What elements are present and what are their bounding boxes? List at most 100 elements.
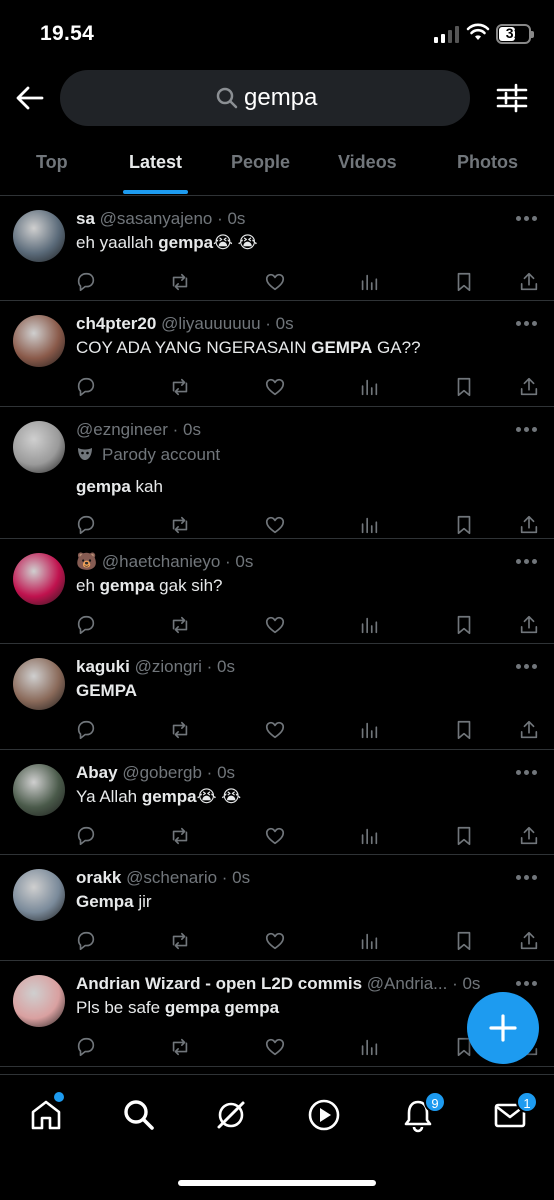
repost-icon[interactable] [169,376,191,398]
bookmark-icon[interactable] [453,271,475,293]
avatar[interactable] [13,658,65,710]
author-handle-time[interactable]: @ezngineer · 0s [76,420,201,439]
bookmark-icon[interactable] [453,614,475,636]
search-filter-icon[interactable] [494,80,530,116]
more-options-icon[interactable] [516,559,538,565]
author-handle-time[interactable]: @gobergb · 0s [122,763,235,782]
search-nav-icon[interactable] [121,1097,157,1133]
like-heart-icon[interactable] [264,1036,286,1058]
tab-top[interactable]: Top [36,152,68,173]
views-chart-icon[interactable] [358,825,380,847]
bookmark-icon[interactable] [453,825,475,847]
views-chart-icon[interactable] [358,719,380,741]
reply-icon[interactable] [75,719,97,741]
reply-icon[interactable] [75,825,97,847]
keyword-highlight: gempa [99,576,155,595]
share-icon[interactable] [518,825,540,847]
like-heart-icon[interactable] [264,376,286,398]
more-options-icon[interactable] [516,216,538,222]
like-heart-icon[interactable] [264,514,286,536]
reply-icon[interactable] [75,930,97,952]
author-name[interactable]: kaguki [76,657,130,676]
tab-photos[interactable]: Photos [457,152,518,173]
compose-post-button[interactable] [467,992,539,1064]
repost-icon[interactable] [169,271,191,293]
share-icon[interactable] [518,719,540,741]
avatar[interactable] [13,421,65,473]
repost-icon[interactable] [169,514,191,536]
home-icon[interactable] [28,1097,64,1133]
share-icon[interactable] [518,614,540,636]
repost-icon[interactable] [169,825,191,847]
views-chart-icon[interactable] [358,1036,380,1058]
author-handle-time[interactable]: @ziongri · 0s [135,657,235,676]
avatar[interactable] [13,975,65,1027]
avatar[interactable] [13,869,65,921]
more-options-icon[interactable] [516,875,538,881]
like-heart-icon[interactable] [264,930,286,952]
tweet-item[interactable]: ch4pter20 @liyauuuuuu · 0s COY ADA YANG N… [0,301,554,407]
author-handle-time[interactable]: @schenario · 0s [126,868,250,887]
share-icon[interactable] [518,930,540,952]
reply-icon[interactable] [75,614,97,636]
reply-icon[interactable] [75,514,97,536]
tab-people[interactable]: People [231,152,290,173]
views-chart-icon[interactable] [358,271,380,293]
reply-icon[interactable] [75,376,97,398]
share-icon[interactable] [518,271,540,293]
tweet-text: Ya Allah gempa😭 😭 [76,787,241,807]
author-handle-time[interactable]: @Andria... · 0s [367,974,481,993]
tweet-item[interactable]: kaguki @ziongri · 0s GEMPA [0,644,554,750]
avatar[interactable] [13,315,65,367]
author-handle-time[interactable]: @liyauuuuuu · 0s [161,314,294,333]
like-heart-icon[interactable] [264,719,286,741]
bookmark-icon[interactable] [453,719,475,741]
views-chart-icon[interactable] [358,376,380,398]
share-icon[interactable] [518,376,540,398]
bookmark-icon[interactable] [453,376,475,398]
tab-latest[interactable]: Latest [129,152,182,173]
repost-icon[interactable] [169,1036,191,1058]
more-options-icon[interactable] [516,321,538,327]
bookmark-icon[interactable] [453,930,475,952]
like-heart-icon[interactable] [264,614,286,636]
author-handle-time[interactable]: @haetchanieyo · 0s [102,552,253,571]
views-chart-icon[interactable] [358,514,380,536]
avatar[interactable] [13,764,65,816]
avatar[interactable] [13,553,65,605]
search-input[interactable]: gempa [60,70,470,126]
tweet-item[interactable]: Abay @gobergb · 0s Ya Allah gempa😭 😭 [0,750,554,855]
tab-videos[interactable]: Videos [338,152,397,173]
tweet-item[interactable]: orakk @schenario · 0s Gempa jir [0,855,554,961]
bookmark-icon[interactable] [453,514,475,536]
author-name[interactable]: sa [76,209,95,228]
repost-icon[interactable] [169,719,191,741]
more-options-icon[interactable] [516,427,538,433]
tweet-item[interactable]: 🐻 @haetchanieyo · 0s eh gempa gak sih? [0,539,554,644]
tweet-item[interactable]: sa @sasanyajeno · 0s eh yaallah gempa😭 😭 [0,196,554,301]
like-heart-icon[interactable] [264,271,286,293]
repost-icon[interactable] [169,930,191,952]
author-name[interactable]: ch4pter20 [76,314,156,333]
more-options-icon[interactable] [516,770,538,776]
reply-icon[interactable] [75,271,97,293]
more-options-icon[interactable] [516,664,538,670]
repost-icon[interactable] [169,614,191,636]
author-name[interactable]: orakk [76,868,121,887]
author-name[interactable]: Abay [76,763,118,782]
tweet-item[interactable]: @ezngineer · 0s Parody account gempa kah [0,407,554,539]
author-name[interactable]: Andrian Wizard - open L2D commis [76,974,362,993]
views-chart-icon[interactable] [358,614,380,636]
author-name[interactable]: 🐻 [76,552,97,571]
share-icon[interactable] [518,514,540,536]
like-heart-icon[interactable] [264,825,286,847]
tweet-text: eh yaallah gempa😭 😭 [76,233,257,253]
back-arrow-icon[interactable] [14,82,46,114]
video-play-icon[interactable] [306,1097,342,1133]
more-options-icon[interactable] [516,981,538,987]
avatar[interactable] [13,210,65,262]
reply-icon[interactable] [75,1036,97,1058]
views-chart-icon[interactable] [358,930,380,952]
grok-icon[interactable] [213,1097,249,1133]
author-handle-time[interactable]: @sasanyajeno · 0s [100,209,246,228]
